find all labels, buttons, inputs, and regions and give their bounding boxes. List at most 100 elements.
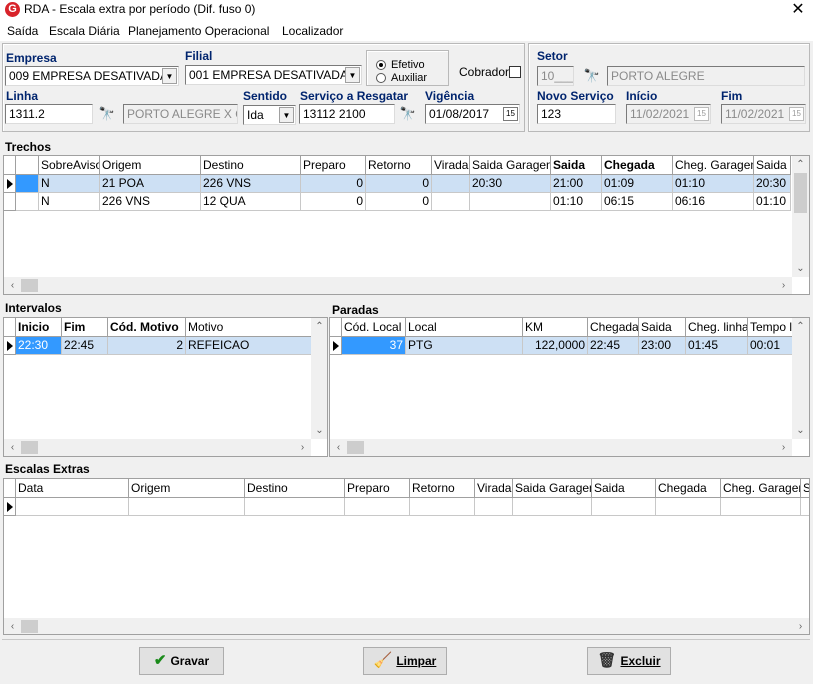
col-header[interactable]: Destino bbox=[245, 479, 345, 498]
col-header[interactable]: Preparo bbox=[301, 156, 366, 175]
table-cell[interactable] bbox=[432, 175, 470, 193]
col-header[interactable]: Virada bbox=[432, 156, 470, 175]
calendar-icon[interactable]: 15 bbox=[694, 107, 709, 121]
col-header[interactable]: Retorno bbox=[366, 156, 432, 175]
table-cell[interactable] bbox=[345, 498, 410, 516]
scroll-right-icon[interactable]: › bbox=[792, 618, 809, 634]
col-header[interactable]: Inicio bbox=[16, 318, 62, 337]
vertical-scrollbar[interactable]: ⌃ ⌄ bbox=[792, 318, 809, 439]
col-header[interactable]: Origem bbox=[129, 479, 245, 498]
intervalos-grid[interactable]: Inicio Fim Cód. Motivo Motivo 22:30 22:4… bbox=[3, 317, 328, 457]
table-cell[interactable] bbox=[129, 498, 245, 516]
table-cell[interactable]: 01:10 bbox=[673, 175, 754, 193]
col-header[interactable]: S bbox=[801, 479, 809, 498]
col-header[interactable]: Destino bbox=[201, 156, 301, 175]
radio-auxiliar[interactable] bbox=[376, 73, 386, 83]
scroll-left-icon[interactable]: ‹ bbox=[4, 277, 21, 294]
table-cell[interactable]: 226 VNS bbox=[100, 193, 201, 211]
chevron-down-icon[interactable]: ▼ bbox=[345, 67, 360, 83]
table-cell[interactable]: 0 bbox=[366, 193, 432, 211]
col-header[interactable]: Saida bbox=[592, 479, 656, 498]
table-cell[interactable]: 01:10 bbox=[754, 193, 791, 211]
scroll-up-icon[interactable]: ⌃ bbox=[311, 318, 327, 335]
table-cell[interactable]: 21 POA bbox=[100, 175, 201, 193]
table-cell[interactable] bbox=[16, 498, 129, 516]
scroll-down-icon[interactable]: ⌄ bbox=[792, 260, 809, 277]
table-cell[interactable]: 21:00 bbox=[551, 175, 602, 193]
col-header[interactable]: Virada bbox=[475, 479, 513, 498]
scroll-down-icon[interactable]: ⌄ bbox=[792, 422, 809, 439]
menu-saida[interactable]: Saída bbox=[7, 24, 38, 38]
scroll-down-icon[interactable]: ⌄ bbox=[311, 422, 327, 439]
table-cell[interactable]: 01:10 bbox=[551, 193, 602, 211]
calendar-icon[interactable]: 15 bbox=[789, 107, 804, 121]
table-cell[interactable]: 37 bbox=[342, 337, 406, 355]
col-header[interactable]: Cheg. linha bbox=[686, 318, 748, 337]
col-header[interactable]: Saida P bbox=[754, 156, 791, 175]
table-cell[interactable]: N bbox=[39, 175, 100, 193]
calendar-icon[interactable]: 15 bbox=[503, 107, 518, 121]
trechos-grid[interactable]: SobreAviso Origem Destino Preparo Retorn… bbox=[3, 155, 810, 295]
filial-select[interactable]: 001 EMPRESA DESATIVADA ▼ bbox=[185, 65, 362, 85]
col-header[interactable]: Preparo bbox=[345, 479, 410, 498]
table-cell[interactable] bbox=[592, 498, 656, 516]
table-cell[interactable] bbox=[721, 498, 801, 516]
col-header[interactable]: Chegada bbox=[656, 479, 721, 498]
col-header[interactable]: Origem bbox=[100, 156, 201, 175]
col-header[interactable]: Chegada bbox=[602, 156, 673, 175]
table-cell[interactable]: 22:30 bbox=[16, 337, 62, 355]
table-cell[interactable] bbox=[245, 498, 345, 516]
vertical-scrollbar[interactable]: ⌃ ⌄ bbox=[792, 156, 809, 277]
col-header[interactable]: Saida bbox=[551, 156, 602, 175]
horizontal-scrollbar[interactable]: ‹ › bbox=[330, 439, 792, 456]
vertical-scrollbar[interactable]: ⌃ ⌄ bbox=[311, 318, 327, 439]
paradas-grid[interactable]: Cód. Local Local KM Chegada Saida Cheg. … bbox=[329, 317, 810, 457]
table-cell[interactable]: 0 bbox=[301, 193, 366, 211]
col-header[interactable]: Retorno bbox=[410, 479, 475, 498]
col-header[interactable]: Local bbox=[406, 318, 523, 337]
scroll-left-icon[interactable]: ‹ bbox=[330, 439, 347, 456]
escalas-extras-grid[interactable]: Data Origem Destino Preparo Retorno Vira… bbox=[3, 478, 810, 635]
servico-resgatar-input[interactable]: 13112 2100 bbox=[299, 104, 395, 124]
col-header[interactable]: Cód. Motivo bbox=[108, 318, 186, 337]
table-cell[interactable] bbox=[475, 498, 513, 516]
binoculars-icon[interactable]: 🔭 bbox=[398, 104, 418, 124]
inicio-date[interactable]: 11/02/2021 15 bbox=[626, 104, 711, 124]
table-cell[interactable]: 0 bbox=[366, 175, 432, 193]
table-cell[interactable]: 2 bbox=[108, 337, 186, 355]
binoculars-icon[interactable]: 🔭 bbox=[97, 104, 117, 124]
table-cell[interactable]: 06:16 bbox=[673, 193, 754, 211]
col-header[interactable]: Cheg. Garagem bbox=[721, 479, 801, 498]
sentido-select[interactable]: Ida ▼ bbox=[243, 105, 296, 125]
col-header[interactable]: SobreAviso bbox=[39, 156, 100, 175]
empresa-select[interactable]: 009 EMPRESA DESATIVADA ▼ bbox=[5, 66, 179, 86]
table-cell[interactable]: REFEICAO bbox=[186, 337, 312, 355]
col-header[interactable]: Cheg. Garagem bbox=[673, 156, 754, 175]
limpar-button[interactable]: 🧹 Limpar bbox=[363, 647, 447, 675]
table-cell[interactable]: 22:45 bbox=[62, 337, 108, 355]
setor-input[interactable]: 10___ bbox=[537, 66, 574, 86]
table-cell[interactable]: N bbox=[39, 193, 100, 211]
scroll-left-icon[interactable]: ‹ bbox=[4, 439, 21, 456]
scroll-thumb[interactable] bbox=[21, 441, 38, 454]
scroll-thumb[interactable] bbox=[21, 620, 38, 633]
scroll-right-icon[interactable]: › bbox=[775, 277, 792, 294]
table-cell[interactable] bbox=[16, 175, 39, 193]
col-header[interactable]: Saida Garagem bbox=[513, 479, 592, 498]
table-cell[interactable] bbox=[801, 498, 809, 516]
table-cell[interactable]: 23:00 bbox=[639, 337, 686, 355]
table-cell[interactable]: 12 QUA bbox=[201, 193, 301, 211]
col-header[interactable]: Saida bbox=[639, 318, 686, 337]
menu-escala-diaria[interactable]: Escala Diária bbox=[49, 24, 120, 38]
table-cell[interactable]: 06:15 bbox=[602, 193, 673, 211]
col-header[interactable]: Saida Garagem bbox=[470, 156, 551, 175]
col-header[interactable]: Tempo li bbox=[748, 318, 793, 337]
chevron-down-icon[interactable]: ▼ bbox=[162, 68, 177, 84]
cobrador-checkbox[interactable] bbox=[509, 66, 521, 78]
col-header[interactable]: Fim bbox=[62, 318, 108, 337]
table-cell[interactable]: 01:45 bbox=[686, 337, 748, 355]
scroll-right-icon[interactable]: › bbox=[775, 439, 792, 456]
chevron-down-icon[interactable]: ▼ bbox=[279, 107, 294, 123]
col-header[interactable]: KM bbox=[523, 318, 588, 337]
table-cell[interactable] bbox=[16, 193, 39, 211]
